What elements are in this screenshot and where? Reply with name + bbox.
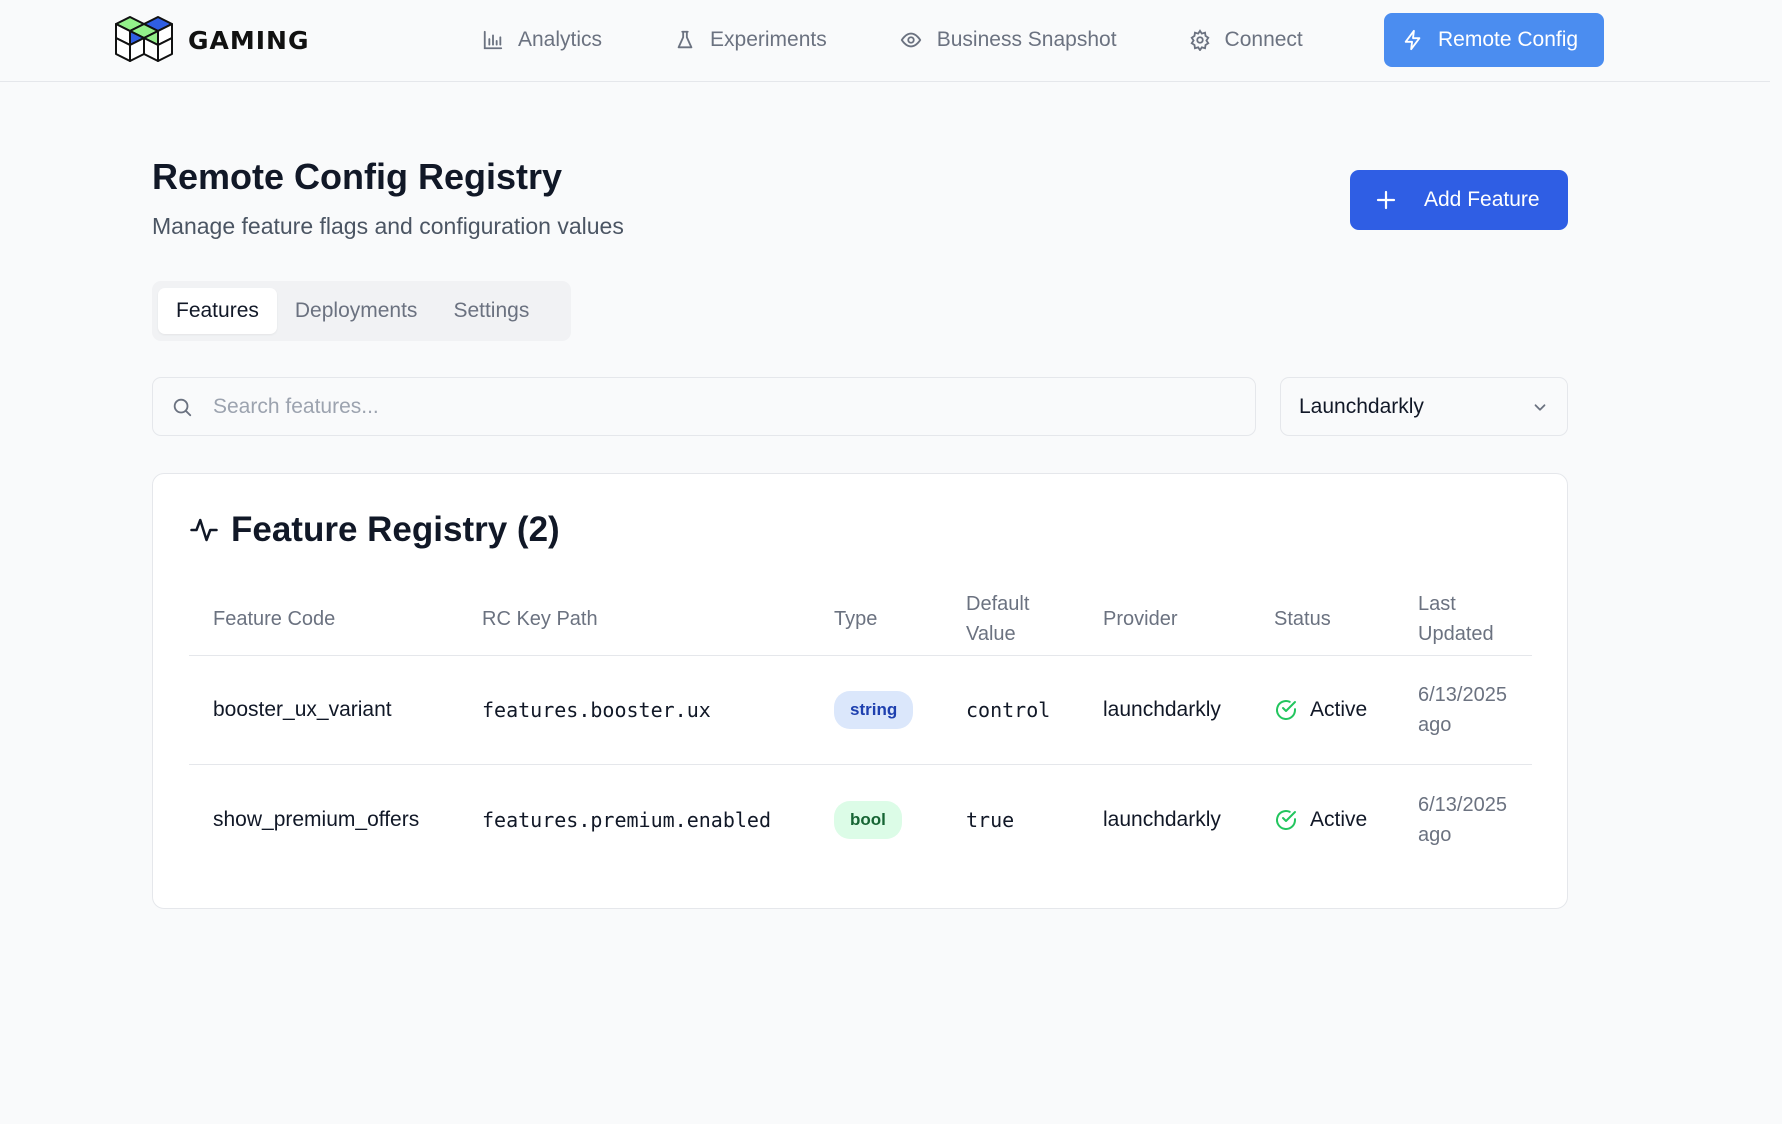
type-cell: string bbox=[834, 691, 914, 729]
add-feature-button[interactable]: Add Feature bbox=[1350, 170, 1568, 230]
nav-item-remote-config[interactable]: Remote Config bbox=[1384, 13, 1604, 67]
last-updated-cell: 6/13/2025 ago bbox=[1418, 684, 1507, 736]
nav-links: Analytics Experiments Business Snapshot … bbox=[482, 13, 1375, 67]
brand-name: GAMING bbox=[188, 25, 310, 55]
search-input[interactable] bbox=[211, 393, 1237, 420]
feature-table: Feature Code RC Key Path Type Default Va… bbox=[189, 582, 1532, 874]
nav-item-label: Business Snapshot bbox=[936, 28, 1117, 51]
status-cell: Active bbox=[1274, 805, 1367, 835]
nav-item-label: Remote Config bbox=[1438, 28, 1579, 51]
tab-features[interactable]: Features bbox=[158, 288, 277, 334]
feature-code-cell: show_premium_offers bbox=[213, 807, 420, 831]
nav-item-connect[interactable]: Connect bbox=[1189, 28, 1303, 52]
bar-chart-icon bbox=[483, 30, 503, 50]
status-cell: Active bbox=[1274, 695, 1367, 725]
rc-key-path-cell: features.premium.enabled bbox=[482, 807, 771, 832]
search-box bbox=[152, 377, 1256, 436]
lightning-icon bbox=[1404, 29, 1421, 51]
type-badge: string bbox=[834, 691, 914, 729]
eye-icon bbox=[900, 32, 921, 48]
tab-deployments[interactable]: Deployments bbox=[277, 288, 436, 334]
col-type[interactable]: Type bbox=[834, 604, 877, 634]
plus-icon bbox=[1376, 190, 1396, 210]
registry-tabs: Features Deployments Settings bbox=[152, 281, 571, 341]
provider-cell: launchdarkly bbox=[1103, 698, 1221, 721]
gear-icon bbox=[1190, 29, 1210, 51]
nav-item-label: Experiments bbox=[710, 28, 827, 51]
default-value-cell: true bbox=[966, 807, 1015, 832]
nav-item-experiments[interactable]: Experiments bbox=[674, 28, 827, 52]
flask-icon bbox=[677, 30, 693, 49]
table-row[interactable]: show_premium_offers features.premium.ena… bbox=[189, 765, 1532, 874]
col-status[interactable]: Status bbox=[1274, 604, 1331, 634]
rc-key-path-cell: features.booster.ux bbox=[482, 698, 711, 722]
col-provider[interactable]: Provider bbox=[1103, 604, 1177, 634]
check-circle-icon bbox=[1276, 700, 1296, 720]
status-label: Active bbox=[1310, 807, 1368, 831]
nav-item-business-snapshot[interactable]: Business Snapshot bbox=[899, 28, 1117, 52]
brand-logo[interactable]: GAMING bbox=[114, 15, 310, 65]
provider-select-value: Launchdarkly bbox=[1299, 394, 1424, 418]
top-navigation: GAMING Analytics Experiments Business Sn… bbox=[0, 0, 1770, 82]
page-title: Remote Config Registry bbox=[152, 156, 563, 197]
nav-item-analytics[interactable]: Analytics bbox=[482, 28, 602, 52]
tab-settings[interactable]: Settings bbox=[435, 288, 547, 334]
feature-registry-card: Feature Registry (2) Feature Code RC Key… bbox=[152, 473, 1568, 909]
col-last-updated[interactable]: Last Updated bbox=[1418, 589, 1528, 649]
feature-code-cell: booster_ux_variant bbox=[213, 698, 392, 721]
table-header: Feature Code RC Key Path Type Default Va… bbox=[189, 582, 1532, 656]
nav-item-label: Analytics bbox=[518, 28, 603, 51]
col-feature-code[interactable]: Feature Code bbox=[213, 604, 335, 634]
nav-item-label: Connect bbox=[1224, 28, 1303, 51]
col-default-value[interactable]: Default Value bbox=[966, 589, 1056, 649]
default-value-cell: control bbox=[966, 698, 1051, 722]
last-updated-cell: 6/13/2025 ago bbox=[1418, 793, 1507, 846]
activity-icon bbox=[190, 518, 218, 542]
table-row[interactable]: booster_ux_variant features.booster.ux s… bbox=[189, 656, 1532, 765]
feature-registry-heading: Feature Registry (2) bbox=[189, 510, 560, 550]
search-icon bbox=[173, 398, 192, 416]
provider-cell: launchdarkly bbox=[1103, 807, 1221, 831]
logo-cubes-icon bbox=[115, 16, 173, 62]
check-circle-icon bbox=[1276, 809, 1296, 830]
feature-registry-title: Feature Registry (2) bbox=[231, 510, 560, 549]
status-label: Active bbox=[1310, 698, 1368, 721]
type-badge: bool bbox=[834, 800, 902, 839]
add-feature-label: Add Feature bbox=[1424, 188, 1540, 211]
chevron-down-icon bbox=[1534, 403, 1546, 411]
col-rc-key-path[interactable]: RC Key Path bbox=[482, 604, 598, 634]
type-cell: bool bbox=[834, 800, 902, 839]
provider-select[interactable]: Launchdarkly bbox=[1280, 377, 1568, 436]
page-subtitle: Manage feature flags and configuration v… bbox=[152, 213, 624, 239]
